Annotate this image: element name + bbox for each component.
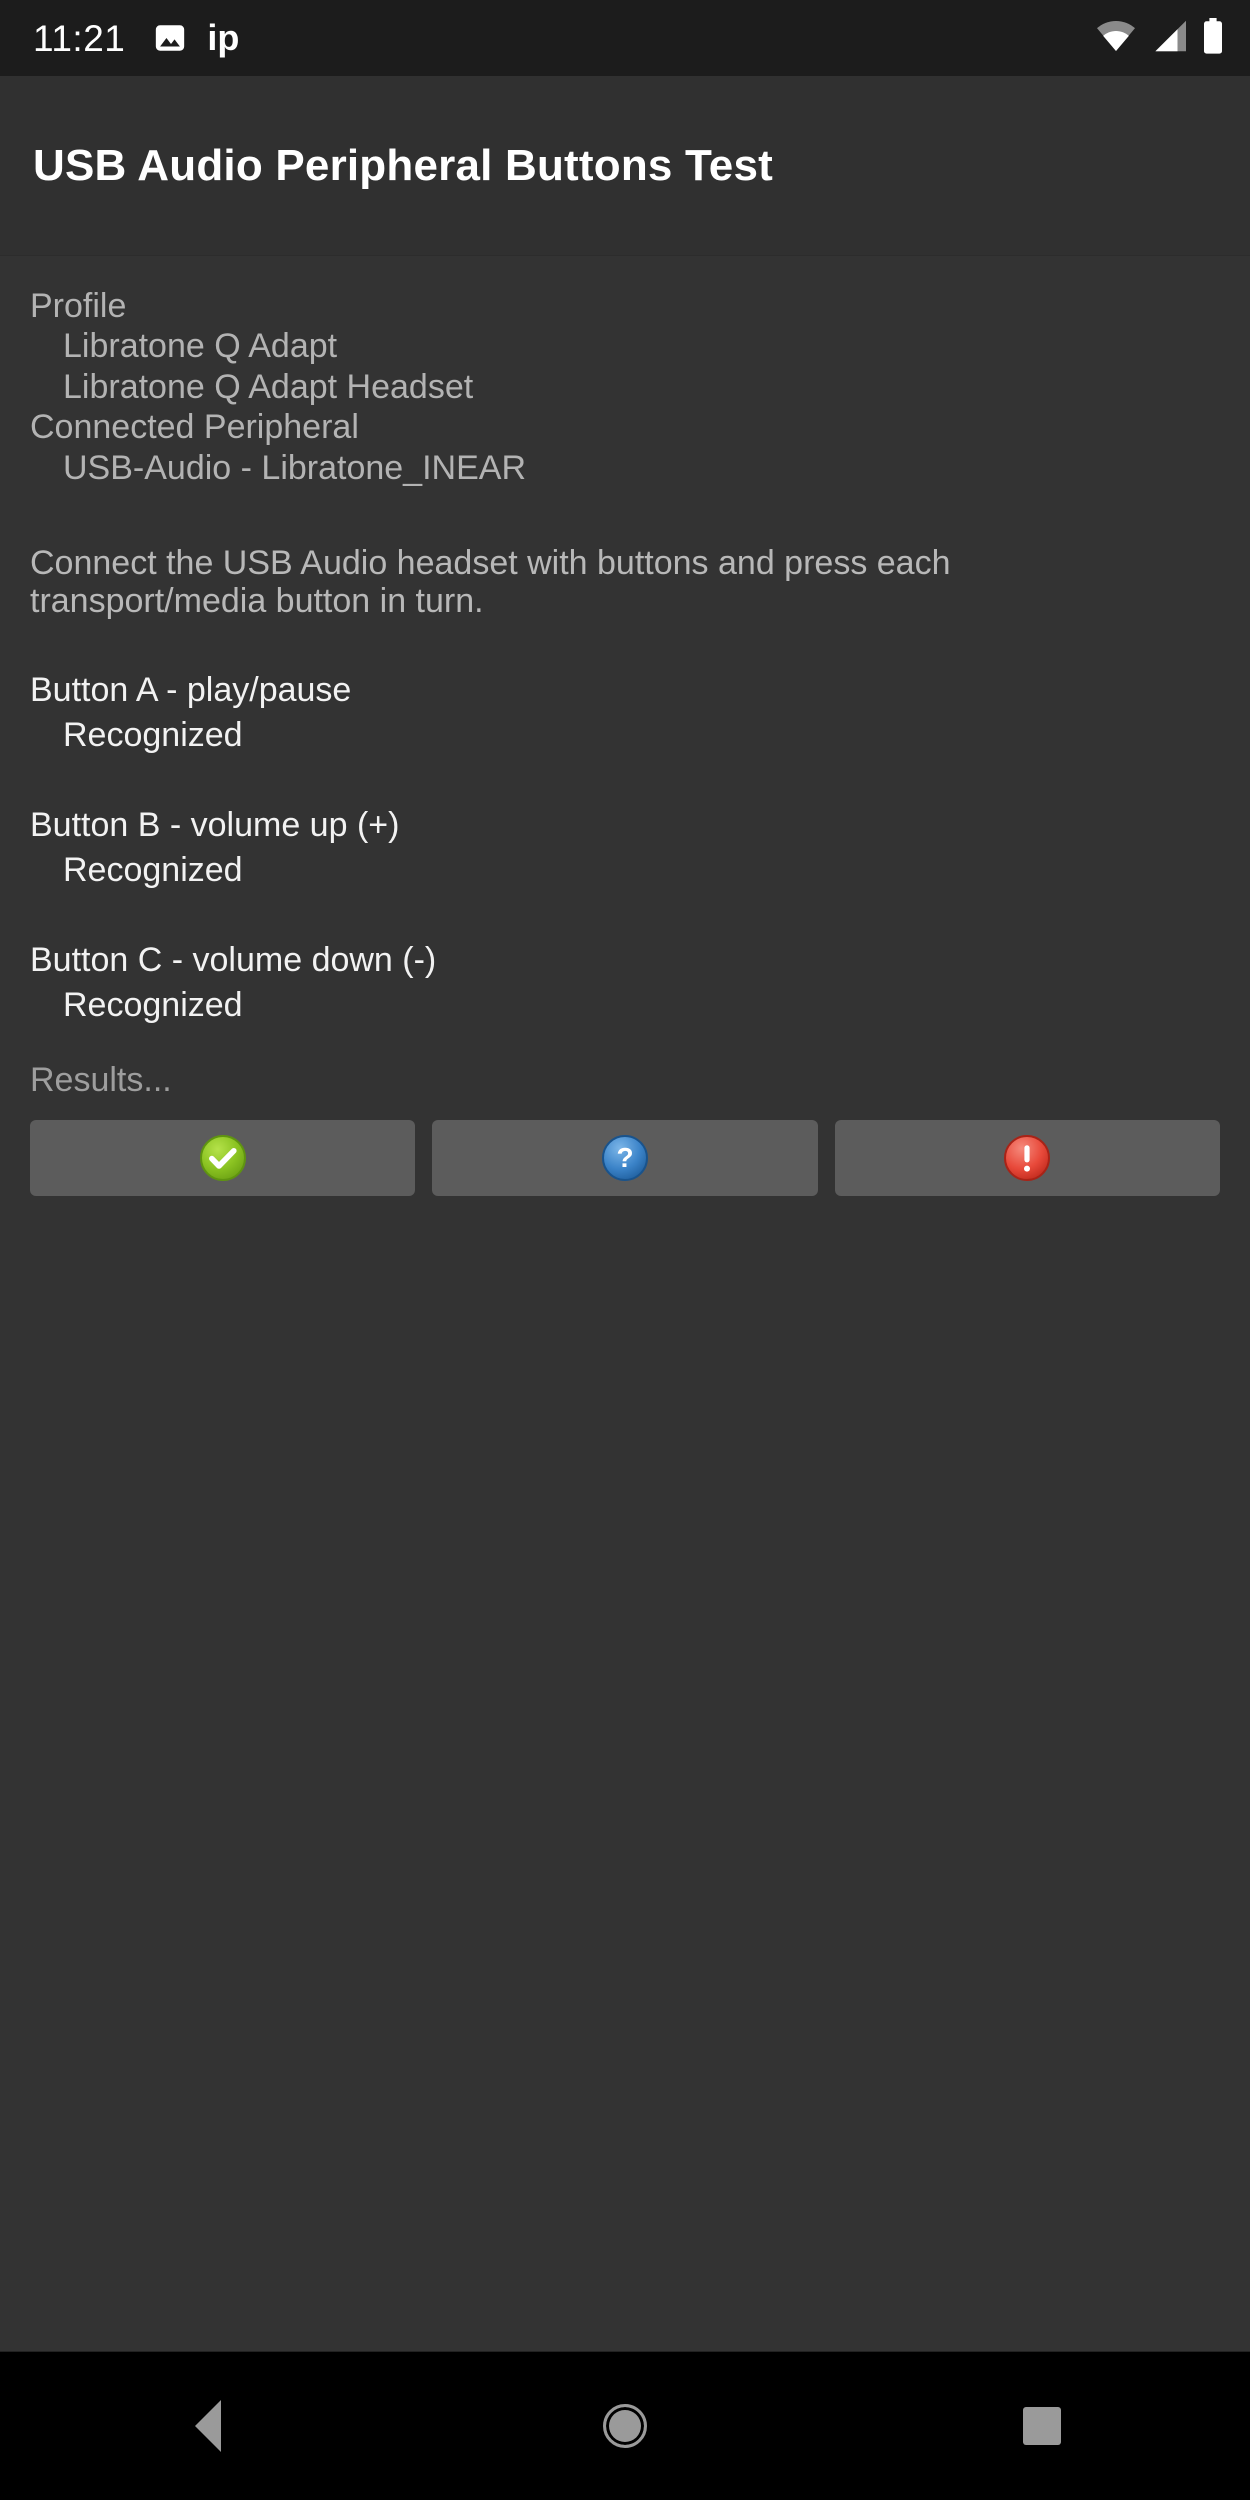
app-screen: 11:21 ip USB Audio Peripheral Buttons Te… [0, 0, 1250, 2500]
pass-button[interactable] [30, 1119, 416, 1196]
button-test-b: Button B - volume up (+) Recognized [30, 805, 1220, 890]
button-b-status: Recognized [63, 851, 243, 890]
cellular-signal-icon [1150, 19, 1188, 58]
profile-heading: Profile [30, 287, 127, 325]
battery-icon [1202, 17, 1224, 59]
status-bar-notifications: ip [153, 20, 239, 56]
blue-question-mark-icon: ? [601, 1134, 649, 1182]
main-content: Profile Libratone Q Adapt Libratone Q Ad… [0, 256, 1250, 2351]
button-c-status: Recognized [63, 985, 243, 1024]
home-circle-icon [602, 2404, 647, 2448]
back-triangle-icon [195, 2400, 222, 2452]
notification-label: ip [207, 17, 240, 58]
red-exclamation-icon [1003, 1134, 1051, 1182]
instructions-text: Connect the USB Audio headset with butto… [30, 543, 951, 620]
recents-square-icon [1022, 2407, 1061, 2445]
recents-button[interactable] [942, 2352, 1142, 2500]
button-a-status: Recognized [63, 716, 243, 755]
button-b-label: Button B - volume up (+) [30, 805, 400, 844]
page-title: USB Audio Peripheral Buttons Test [33, 140, 773, 190]
green-check-icon [199, 1134, 247, 1182]
wifi-icon [1096, 19, 1136, 58]
info-button[interactable]: ? [432, 1119, 818, 1196]
home-button[interactable] [525, 2352, 725, 2500]
peripheral-name: USB-Audio - Libratone_INEAR [63, 448, 527, 487]
status-bar-system-icons [1096, 17, 1224, 59]
button-a-label: Button A - play/pause [30, 671, 352, 710]
profile-variant: Libratone Q Adapt Headset [63, 367, 474, 406]
image-icon [153, 21, 187, 55]
back-button[interactable] [108, 2352, 308, 2500]
navigation-bar [0, 2351, 1250, 2500]
app-bar: USB Audio Peripheral Buttons Test [0, 76, 1250, 256]
button-test-a: Button A - play/pause Recognized [30, 671, 1220, 755]
status-bar-clock: 11:21 [33, 17, 126, 59]
button-test-c: Button C - volume down (-) Recognized [30, 940, 1220, 1025]
profile-section: Profile Libratone Q Adapt Libratone Q Ad… [30, 286, 1220, 488]
svg-text:?: ? [616, 1142, 633, 1173]
results-button-row: ? [30, 1119, 1220, 1196]
fail-button[interactable] [834, 1119, 1220, 1196]
status-bar: 11:21 ip [0, 0, 1250, 76]
profile-name: Libratone Q Adapt [63, 327, 338, 366]
button-c-label: Button C - volume down (-) [30, 940, 437, 979]
peripheral-heading: Connected Peripheral [30, 408, 359, 447]
results-label: Results... [30, 1061, 172, 1100]
